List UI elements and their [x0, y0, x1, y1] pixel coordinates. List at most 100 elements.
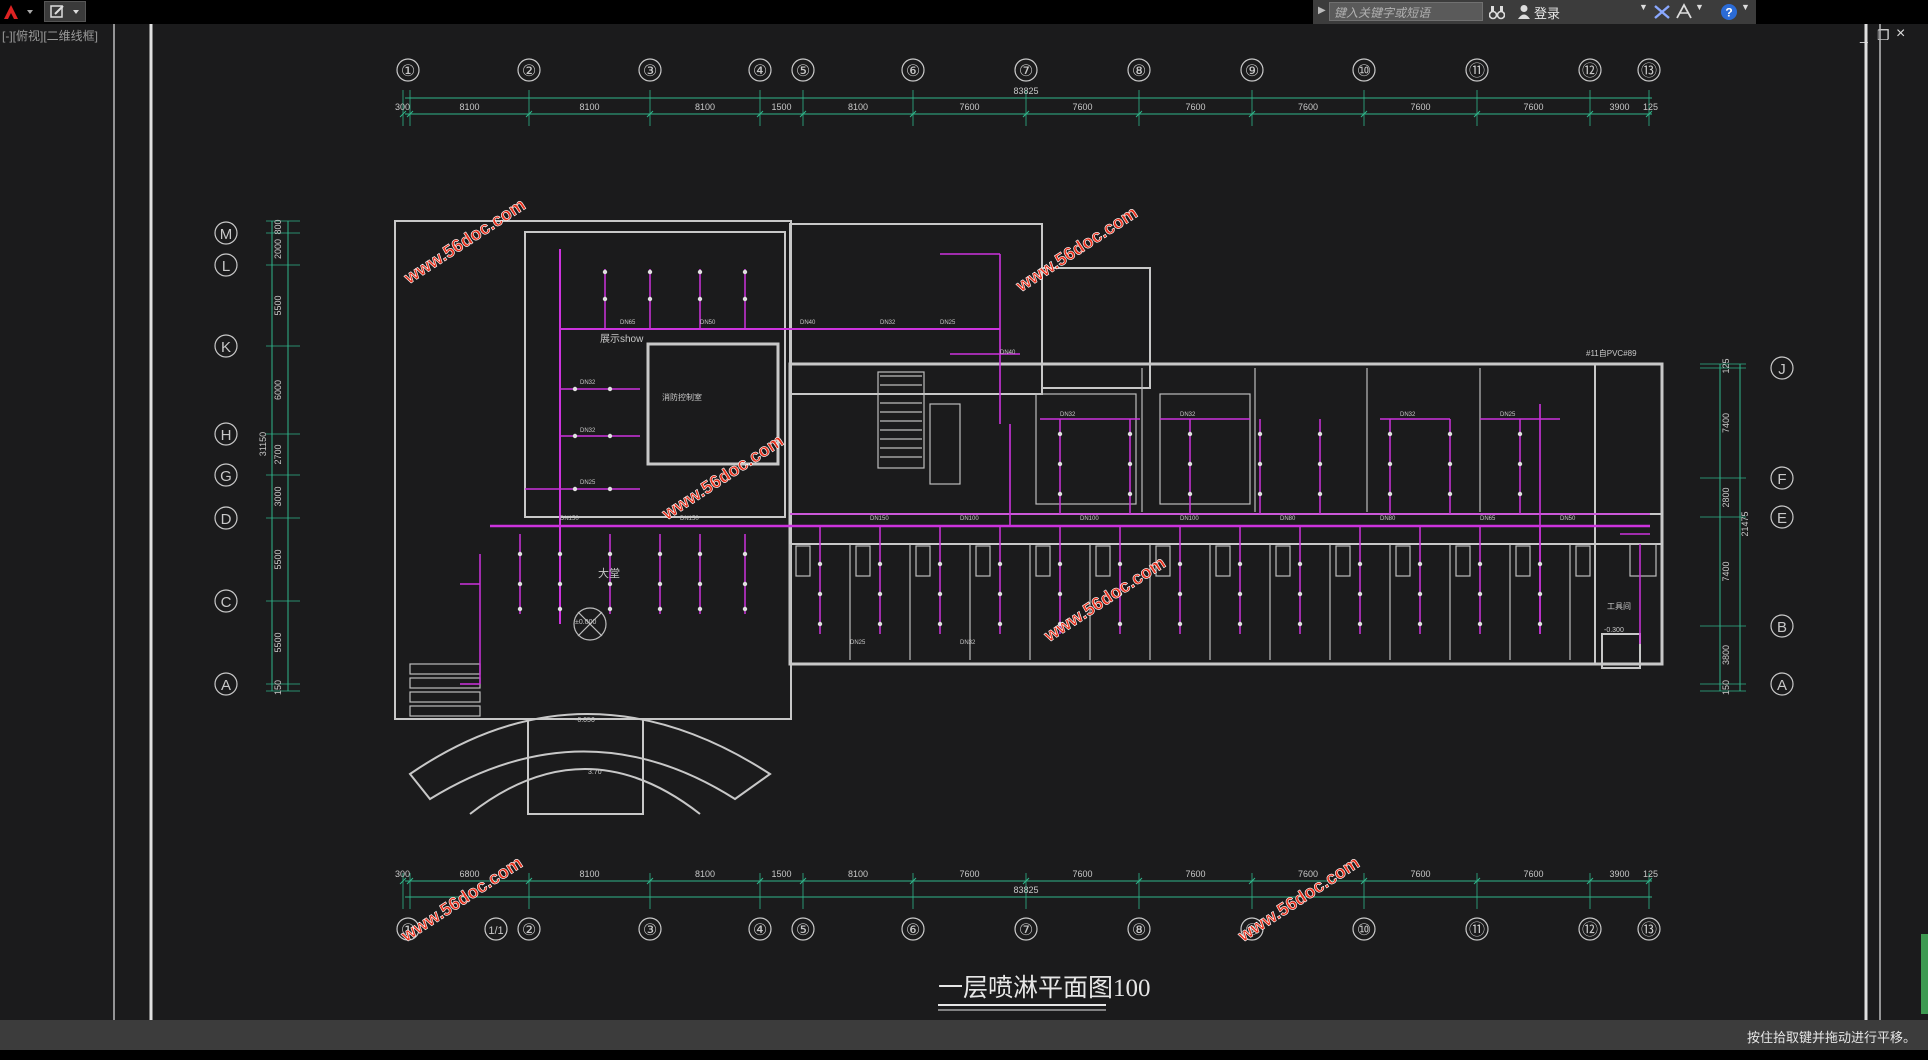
dimension-text: 125	[1721, 358, 1731, 373]
exchange-apps-icon[interactable]	[1653, 4, 1671, 20]
pipe-size-label: DN32	[1400, 412, 1416, 418]
sprinkler-head	[817, 621, 823, 627]
infocenter-bar: ▶ 键入关键字或短语 登录 ▼ ▼ ? ▼	[1313, 0, 1756, 24]
dimension-text: 8100	[848, 869, 868, 879]
sprinkler-head	[517, 551, 523, 557]
sprinkler-head	[557, 581, 563, 587]
watermark-text: www.56doc.com	[400, 194, 529, 288]
dimension-text: 8100	[579, 102, 599, 112]
sprinkler-head	[1127, 461, 1133, 467]
dimension-text: 8100	[459, 102, 479, 112]
grid-bubble-label: ⑬	[1641, 61, 1657, 80]
a360-dropdown-icon[interactable]: ▼	[1695, 2, 1704, 12]
grid-bubble-label: K	[221, 339, 231, 356]
pipe-size-label: DN80	[1380, 516, 1396, 522]
dimension-text: 3900	[1609, 102, 1629, 112]
room-closet	[855, 545, 871, 577]
sprinkler-head	[997, 561, 1003, 567]
pipe-size-label: DN40	[1000, 350, 1016, 356]
dimension-text: 125	[1643, 102, 1658, 112]
sprinkler-head	[1317, 491, 1323, 497]
show-label: 展示show	[600, 333, 644, 345]
sprinkler-head	[1257, 431, 1263, 437]
grid-bubble-label: ⑤	[796, 61, 810, 80]
sprinkler-head	[1187, 491, 1193, 497]
pipe-size-label: DN150	[680, 516, 699, 522]
grid-bubble-label: 1/1	[488, 925, 503, 937]
help-icon[interactable]: ?	[1720, 3, 1738, 21]
sprinkler-head	[1387, 491, 1393, 497]
sprinkler-head	[602, 296, 608, 302]
room-closet	[915, 545, 931, 577]
room-closet	[1515, 545, 1531, 577]
pipe-size-label: DN65	[1480, 516, 1496, 522]
sprinkler-head	[1177, 561, 1183, 567]
pipe-size-label: DN25	[580, 480, 596, 486]
dimension-text: 7600	[1410, 102, 1430, 112]
sprinkler-head	[1297, 561, 1303, 567]
grid-bubble-label: A	[1777, 677, 1787, 694]
status-bar: 按住拾取键并拖动进行平移。	[0, 1020, 1928, 1050]
grid-bubble-label: G	[220, 468, 232, 485]
sprinkler-head	[557, 551, 563, 557]
elevation-label: 3.70	[588, 769, 602, 776]
dimension-text: 8100	[848, 102, 868, 112]
search-input[interactable]: 键入关键字或短语	[1329, 2, 1483, 21]
sprinkler-head	[877, 561, 883, 567]
sprinkler-head	[1387, 461, 1393, 467]
sprinkler-head	[742, 606, 748, 612]
sprinkler-head	[1517, 461, 1523, 467]
room	[1159, 393, 1251, 505]
login-dropdown-icon[interactable]: ▼	[1639, 2, 1648, 12]
sprinkler-head	[1057, 561, 1063, 567]
pipe-size-label: DN32	[580, 428, 596, 434]
sprinkler-head	[607, 551, 613, 557]
grid-bubble-label: ⑪	[1469, 920, 1485, 939]
sprinkler-head	[1237, 591, 1243, 597]
dimension-text: 5500	[273, 632, 283, 652]
stair	[1629, 543, 1657, 577]
pipe-size-label: DN32	[1180, 412, 1196, 418]
room-closet	[975, 545, 991, 577]
sprinkler-head	[1057, 431, 1063, 437]
room-closet	[1215, 545, 1231, 577]
grid-bubble-label: ⑦	[1019, 920, 1033, 939]
sprinkler-head	[742, 551, 748, 557]
drawing-canvas[interactable]: 300 8100 8100 8100 1500 8100 7600 7600 7600 7600 7…	[0, 24, 1928, 1022]
autodesk-a360-icon[interactable]	[1675, 3, 1693, 20]
grid-bubble-label: ②	[522, 61, 536, 80]
sprinkler-head	[1417, 591, 1423, 597]
grid-bubble-label: ③	[643, 920, 657, 939]
help-dropdown-icon[interactable]: ▼	[1741, 2, 1750, 12]
quick-access-button[interactable]	[44, 1, 86, 22]
grid-bubble-label: ②	[522, 920, 536, 939]
toilet-stall	[409, 691, 481, 703]
sprinkler-head	[602, 269, 608, 275]
binoculars-icon[interactable]	[1489, 4, 1505, 20]
user-icon	[1518, 5, 1530, 19]
application-menu-button[interactable]	[0, 1, 40, 22]
dimension-text: 150	[273, 680, 283, 695]
expand-arrow-icon[interactable]: ▶	[1318, 5, 1326, 16]
grid-bubble-label: D	[221, 511, 232, 528]
sprinkler-head	[1057, 591, 1063, 597]
sprinkler-head	[607, 386, 613, 392]
pipe-size-label: DN32	[1060, 412, 1076, 418]
login-button[interactable]: 登录	[1534, 3, 1560, 22]
grid-bubble-label: H	[221, 427, 232, 444]
sprinkler-head	[1257, 461, 1263, 467]
grid-bubble-label: ⑩	[1357, 61, 1371, 80]
dimension-text: 2700	[273, 444, 283, 464]
grid-bubble-label: ⑧	[1132, 920, 1146, 939]
pipe-size-label: DN100	[1180, 516, 1199, 522]
scroll-indicator[interactable]	[1921, 934, 1928, 1014]
room-closet	[1095, 545, 1111, 577]
pipe-size-label: DN25	[850, 640, 866, 646]
sprinkler-head	[1177, 621, 1183, 627]
dimension-text: 5500	[273, 295, 283, 315]
sprinkler-head	[647, 296, 653, 302]
sprinkler-head	[607, 606, 613, 612]
grid-bubble-label: ④	[753, 61, 767, 80]
grid-bubble-label: L	[222, 258, 230, 275]
workroom-label: 工具间	[1607, 602, 1631, 611]
